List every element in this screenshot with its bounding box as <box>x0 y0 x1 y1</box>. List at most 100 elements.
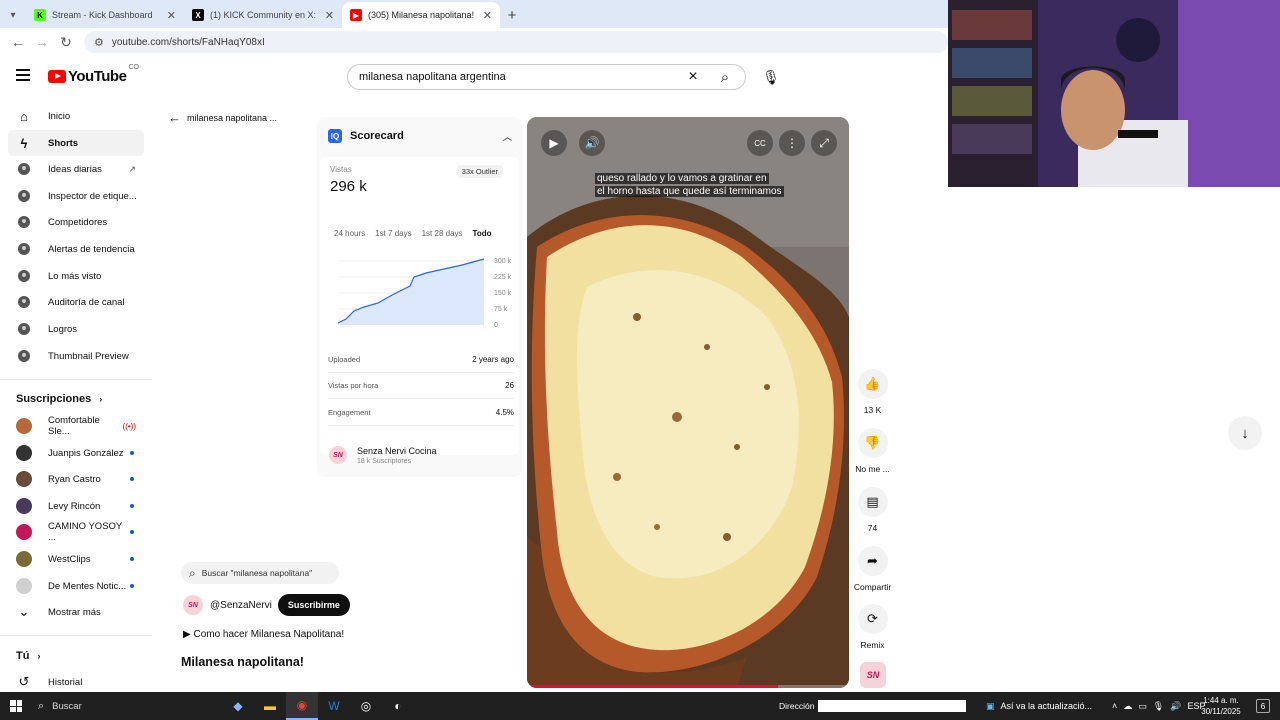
search-input[interactable]: milanesa napolitana argentina <box>359 71 681 83</box>
tab-x-kick-community[interactable]: X (1) KICK Community en X: "nev ✕ <box>184 2 342 28</box>
obs-icon[interactable]: ◎ <box>350 692 382 720</box>
close-tab-icon[interactable]: ✕ <box>167 9 176 22</box>
fullscreen-icon[interactable]: ⤢ <box>811 130 837 156</box>
comment-count: 74 <box>867 523 878 533</box>
tab-kick-dashboard[interactable]: K Stream - Kick Dashboard ✕ <box>26 2 184 28</box>
subscription-item[interactable]: CAMINO YOSOY ... <box>8 519 144 545</box>
youtube-header: YouTube CO milanesa napolitana argentina… <box>0 56 948 98</box>
site-info-icon[interactable]: ⚙ <box>94 36 104 49</box>
dislike-icon: 👎 <box>857 428 888 458</box>
youtube-logo[interactable]: YouTube CO <box>48 64 139 85</box>
subscription-label: Levy Rincón <box>48 500 101 512</box>
microphone-icon[interactable]: 🎙 <box>758 64 784 90</box>
windows-start-icon[interactable] <box>0 692 32 720</box>
sidebar-item-auditoria[interactable]: Auditoría de canal <box>8 289 144 315</box>
sidebar-item-alertas[interactable]: Alertas de tendencia <box>8 236 144 262</box>
avatar <box>16 418 32 434</box>
period-tab-all[interactable]: Todo <box>473 229 492 238</box>
back-to-search[interactable]: ← milanesa napolitana ... <box>168 110 277 125</box>
comments-button[interactable]: ▤ 74 <box>850 487 895 533</box>
sidebar-item-lo-mas-visto[interactable]: Lo más visto <box>8 263 144 289</box>
cloud-icon[interactable]: ☁ <box>1123 701 1132 712</box>
channel-avatar[interactable]: SN <box>860 662 886 688</box>
menu-icon[interactable] <box>16 69 30 81</box>
channel-subscribers: 18 k Suscriptores <box>357 457 412 465</box>
close-tab-icon[interactable]: ✕ <box>483 9 492 22</box>
caption-line: el horno hasta que quede así terminamos <box>595 186 784 197</box>
new-tab-button[interactable]: + <box>500 2 524 28</box>
news-widget[interactable]: ▣ Así va la actualizació... <box>986 692 1092 720</box>
stat-value: 26 <box>505 381 514 390</box>
period-tab-7d[interactable]: 1st 7 days <box>375 229 411 238</box>
word-icon[interactable]: W <box>318 692 350 720</box>
sidebar-item-thumbnail-preview[interactable]: Thumbnail Preview <box>8 343 144 369</box>
share-button[interactable]: ➦ Compartir <box>850 546 895 592</box>
subscription-item[interactable]: Juanpis González <box>8 440 144 466</box>
volume-icon[interactable]: 🔊 <box>579 130 605 156</box>
sidebar-item-competidores[interactable]: Competidores <box>8 209 144 235</box>
clear-search-icon[interactable]: × <box>681 68 705 86</box>
address-toolbar-label: Dirección <box>779 701 815 711</box>
address-toolbar-input[interactable] <box>818 700 967 712</box>
new-content-dot <box>130 557 134 561</box>
chevron-up-icon[interactable]: ︿ <box>503 130 512 143</box>
remix-button[interactable]: ⟳ Remix <box>850 604 895 650</box>
search-related-chip[interactable]: ⌕ Buscar "milanesa napolitana" <box>181 562 339 584</box>
search-box[interactable]: milanesa napolitana argentina × ⌕ <box>347 64 746 90</box>
search-icon[interactable]: ⌕ <box>705 69 745 86</box>
show-more-button[interactable]: ⌄ Mostrar más <box>8 599 144 625</box>
shorts-video-player[interactable]: ▶ 🔊 CC ⋮ ⤢ queso rallado y lo vamos a gr… <box>527 117 849 688</box>
subscriptions-header[interactable]: Suscripciones › <box>16 393 102 405</box>
forward-arrow-icon[interactable]: → <box>30 30 54 54</box>
you-header[interactable]: Tú › <box>16 650 40 662</box>
channel-handle[interactable]: @SenzaNervi <box>210 600 272 611</box>
period-tab-24h[interactable]: 24 hours <box>334 229 365 238</box>
video-description-link[interactable]: ▶ Como hacer Milanesa Napolitana! <box>183 629 344 640</box>
system-tray: ˄ ☁ ▭ 🎙 🔊 ESP <box>1112 692 1205 720</box>
captions-icon[interactable]: CC <box>747 130 773 156</box>
like-button[interactable]: 👍 13 K <box>850 369 895 415</box>
subscription-item[interactable]: WestClips <box>8 546 144 572</box>
notifications-badge[interactable]: 6 <box>1256 699 1270 713</box>
tab-search-icon[interactable]: ▾ <box>0 2 26 28</box>
chrome-icon[interactable]: ◉ <box>286 692 318 720</box>
back-arrow-icon[interactable]: ← <box>6 30 30 54</box>
more-options-icon[interactable]: ⋮ <box>779 130 805 156</box>
sidebar-item-shorts[interactable]: ϟ Shorts <box>8 130 144 156</box>
sidebar-item-logros[interactable]: Logros <box>8 316 144 342</box>
avatar <box>16 445 32 461</box>
subscribe-button[interactable]: Suscribirme <box>277 594 350 616</box>
clock[interactable]: 1:44 a. m. 30/11/2025 <box>1196 695 1246 717</box>
scorecard-channel[interactable]: SN Senza Nervi Cocina 18 k Suscriptores <box>317 436 522 474</box>
home-icon: ⌂ <box>20 108 28 124</box>
stat-label: Vistas por hora <box>328 381 379 390</box>
microphone-icon[interactable]: 🎙 <box>1153 701 1164 712</box>
copilot-icon[interactable]: ◆ <box>222 692 254 720</box>
history-icon: ↺ <box>18 674 30 689</box>
chevron-down-icon: ⌄ <box>18 604 30 619</box>
video-progress-bar[interactable] <box>527 685 849 688</box>
subscription-item[interactable]: De Mentes Notic... <box>8 573 144 599</box>
tab-youtube-milanesa[interactable]: ▶ (305) Milanesa napolitana! - Yo ✕ <box>342 2 500 28</box>
network-icon[interactable]: ▭ <box>1138 701 1147 712</box>
address-bar[interactable]: ⚙ youtube.com/shorts/FaNHaqY08xI <box>84 31 948 53</box>
scorecard-header[interactable]: IQ Scorecard ︿ <box>317 117 522 155</box>
period-tab-28d[interactable]: 1st 28 days <box>422 229 463 238</box>
volume-icon[interactable]: 🔊 <box>1170 701 1181 712</box>
sidebar-item-inicio[interactable]: ⌂ Inicio <box>8 103 144 129</box>
channel-avatar[interactable]: SN <box>183 595 203 615</box>
subscription-item[interactable]: Ryan Castro <box>8 466 144 492</box>
close-tab-icon[interactable]: ✕ <box>325 9 334 22</box>
next-video-arrow-icon[interactable]: ↓ <box>1228 416 1262 450</box>
streaming-app-icon[interactable]: ◐ <box>382 692 414 720</box>
dislike-button[interactable]: 👎 No me ... <box>850 428 895 474</box>
subscription-item[interactable]: Comfortable Sle... ((•)) <box>8 413 144 439</box>
sidebar-item-inspector[interactable]: Inspector de etique... <box>8 183 144 209</box>
subscription-item[interactable]: Levy Rincón <box>8 493 144 519</box>
sidebar-item-ideas-diarias[interactable]: Ideas diarias ↗ <box>8 156 144 182</box>
chevron-up-icon[interactable]: ˄ <box>1112 701 1117 711</box>
taskbar-search[interactable]: ⌕ Buscar <box>32 692 222 720</box>
reload-icon[interactable]: ↻ <box>54 30 78 54</box>
file-explorer-icon[interactable]: ▬ <box>254 692 286 720</box>
play-icon[interactable]: ▶ <box>541 130 567 156</box>
